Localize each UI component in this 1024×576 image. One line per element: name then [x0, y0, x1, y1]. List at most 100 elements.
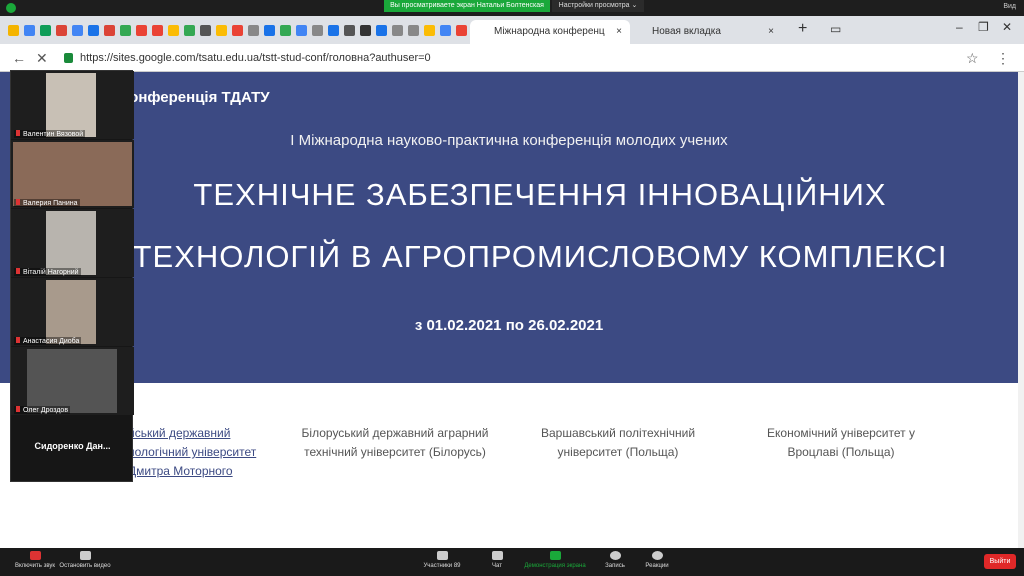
muted-mic-icon: [16, 130, 20, 136]
participant-tile[interactable]: Олег Дроздов: [11, 347, 134, 415]
bookmark-icon[interactable]: [424, 25, 435, 36]
minimize-icon[interactable]: –: [956, 20, 963, 34]
bookmark-icon[interactable]: [184, 25, 195, 36]
bookmark-icon[interactable]: [344, 25, 355, 36]
partner-link[interactable]: йський державний нологічний університет …: [128, 424, 278, 481]
reactions-button[interactable]: Реакции: [622, 551, 692, 569]
bookmark-icon[interactable]: [328, 25, 339, 36]
zoom-top-bar: Вы просматриваете экран Натальи Болтенск…: [0, 0, 1024, 16]
participant-video: [13, 142, 132, 206]
bookmark-icon[interactable]: [408, 25, 419, 36]
smiley-icon: [651, 551, 663, 560]
browser-tab-strip: Міжнародна конференц × Новая вкладка × +…: [0, 16, 1024, 44]
participant-video: [46, 73, 96, 137]
bookmark-icon[interactable]: [360, 25, 371, 36]
page-scrollbar[interactable]: [1018, 72, 1024, 548]
close-tab-icon[interactable]: ×: [616, 20, 622, 44]
participant-tile[interactable]: Анастасия Диоба: [11, 278, 134, 346]
bookmark-icon[interactable]: [152, 25, 163, 36]
bookmark-icon[interactable]: [280, 25, 291, 36]
camera-icon: [79, 551, 91, 560]
chat-icon: [491, 551, 503, 560]
muted-mic-icon: [16, 406, 20, 412]
site-title[interactable]: Конференція ТДАТУ: [120, 89, 270, 106]
muted-mic-icon: [16, 337, 20, 343]
shield-icon: [6, 3, 16, 13]
bookmark-icon[interactable]: [56, 25, 67, 36]
bookmark-icon[interactable]: [40, 25, 51, 36]
date-to: 26.02.2021: [528, 317, 604, 334]
bookmark-icon[interactable]: [296, 25, 307, 36]
participant-video: [27, 349, 117, 413]
dates-mid: по: [505, 317, 524, 334]
bookmark-icon[interactable]: [120, 25, 131, 36]
participant-video: [46, 211, 96, 275]
url-field[interactable]: https://sites.google.com/tsatu.edu.ua/ts…: [56, 48, 996, 68]
share-notice: Вы просматриваете экран Натальи Болтенск…: [384, 0, 550, 12]
bookmark-icon[interactable]: [72, 25, 83, 36]
muted-mic-icon: [16, 199, 20, 205]
close-tab-icon[interactable]: ×: [768, 20, 774, 44]
stop-icon[interactable]: ✕: [36, 50, 48, 67]
record-icon: [609, 551, 621, 560]
participant-name: Валентин Вязовой: [23, 131, 84, 138]
participant-tile[interactable]: Валентин Вязовой: [11, 71, 134, 139]
close-window-icon[interactable]: ✕: [1002, 20, 1012, 34]
bookmark-icon[interactable]: [200, 25, 211, 36]
participant-name-card[interactable]: Сидоренко Дан...: [11, 426, 134, 466]
web-page: Конференція ТДАТУ І Міжнародна науково-п…: [0, 72, 1018, 548]
partner-item: Варшавський політехнічний університет (П…: [540, 426, 696, 459]
dates-prefix: з: [414, 317, 423, 334]
new-tab-icon[interactable]: +: [798, 20, 807, 38]
hero-banner: Конференція ТДАТУ І Міжнародна науково-п…: [0, 72, 1018, 383]
bookmark-icon[interactable]: [440, 25, 451, 36]
bookmark-icon[interactable]: [264, 25, 275, 36]
bookmark-icon[interactable]: [248, 25, 259, 36]
participant-video: [46, 280, 96, 344]
view-button[interactable]: Вид: [1003, 3, 1016, 10]
view-options-button[interactable]: Настройки просмотра ⌄: [552, 0, 644, 12]
muted-mic-icon: [16, 268, 20, 274]
tab-title: Міжнародна конференц: [494, 26, 605, 37]
bookmark-icon[interactable]: [392, 25, 403, 36]
bookmark-icon[interactable]: [312, 25, 323, 36]
menu-icon[interactable]: ⋮: [996, 50, 1010, 67]
bookmark-icon[interactable]: [88, 25, 99, 36]
participant-name: Анастасия Диоба: [23, 338, 80, 345]
bookmark-icon[interactable]: [168, 25, 179, 36]
participant-tile[interactable]: Віталій Нагорний: [11, 209, 134, 277]
conference-dates: з 01.02.2021 по 26.02.2021: [0, 317, 1018, 334]
leave-button[interactable]: Выйти: [984, 554, 1016, 569]
bookmark-icon[interactable]: [216, 25, 227, 36]
bookmark-icon[interactable]: [376, 25, 387, 36]
participants-count: 89: [453, 563, 461, 569]
restore-icon[interactable]: ❐: [978, 20, 989, 34]
participant-tile[interactable]: Валерия Панина: [11, 140, 134, 208]
participant-name: Олег Дроздов: [23, 407, 69, 414]
participant-name: Віталій Нагорний: [23, 269, 79, 276]
video-button[interactable]: Остановить видео: [50, 551, 120, 569]
partner-item: Економічний університет у Вроцлаві (Поль…: [767, 426, 915, 459]
tab-search-icon[interactable]: ▭: [830, 22, 841, 36]
bookmark-icon[interactable]: [456, 25, 467, 36]
meeting-toolbar: Включить звук Остановить видео Участники…: [0, 548, 1024, 576]
date-from: 01.02.2021: [426, 317, 502, 334]
tab-conference[interactable]: Міжнародна конференц ×: [470, 20, 630, 44]
url-text: https://sites.google.com/tsatu.edu.ua/ts…: [80, 52, 431, 64]
partner-item: Білоруський державний аграрний технічний…: [301, 426, 489, 459]
address-bar: ← ✕ https://sites.google.com/tsatu.edu.u…: [0, 44, 1024, 72]
star-icon[interactable]: ☆: [966, 50, 979, 67]
tab-new[interactable]: Новая вкладка ×: [632, 20, 782, 44]
bookmark-icon[interactable]: [232, 25, 243, 36]
bookmark-icon[interactable]: [104, 25, 115, 36]
bookmark-icon[interactable]: [136, 25, 147, 36]
lock-icon: [64, 53, 73, 63]
bookmark-icon[interactable]: [24, 25, 35, 36]
bookmark-icon[interactable]: [8, 25, 19, 36]
people-icon: [436, 551, 448, 560]
back-icon[interactable]: ←: [12, 50, 26, 66]
conference-headline: ТЕХНІЧНЕ ЗАБЕЗПЕЧЕННЯ ІННОВАЦІЙНИХ ТЕХНО…: [132, 177, 948, 274]
conference-subtitle: І Міжнародна науково-практична конференц…: [290, 132, 728, 149]
share-screen-icon: [549, 551, 561, 560]
tab-title: Новая вкладка: [652, 26, 721, 37]
